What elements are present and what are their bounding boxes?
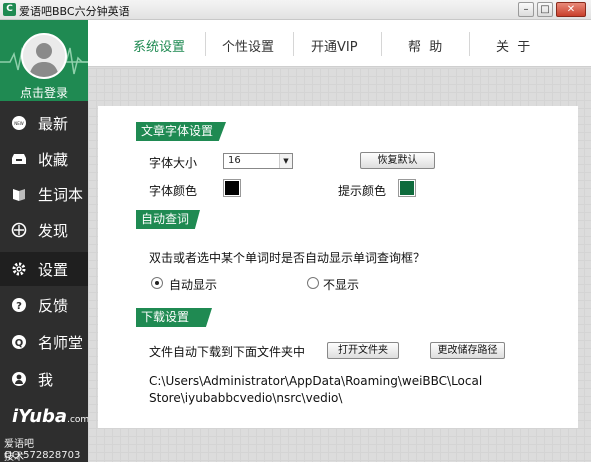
window-title: 爱语吧BBC六分钟英语: [19, 5, 130, 18]
sidebar-item-label: 我: [38, 371, 54, 389]
no-show-radio[interactable]: [307, 277, 319, 289]
settings-panel: 文章字体设置 字体大小 16 ▼ 恢复默认 字体颜色 提示颜色 自动查词 双击或…: [98, 106, 578, 428]
new-badge-icon: NEW: [12, 116, 26, 130]
font-size-select[interactable]: 16 ▼: [223, 153, 293, 169]
user-silhouette-icon: [23, 35, 65, 77]
tab-about[interactable]: 关 于: [496, 36, 530, 55]
person-icon: [12, 372, 26, 386]
sidebar: 点击登录 NEW 最新 收藏 生词本 发现 设置 ? 反馈 Q 名师堂 我 iY…: [0, 20, 89, 462]
sidebar-item-label: 设置: [38, 261, 69, 279]
sidebar-item-vocabulary[interactable]: 生词本: [0, 177, 88, 211]
sidebar-item-discover[interactable]: 发现: [0, 213, 88, 247]
svg-text:NEW: NEW: [14, 121, 24, 126]
change-path-button[interactable]: 更改储存路径: [430, 342, 505, 359]
svg-text:Q: Q: [15, 338, 24, 349]
sidebar-item-label: 最新: [38, 115, 69, 133]
brand-logo-text: iYuba: [12, 406, 68, 427]
sidebar-item-settings[interactable]: 设置: [0, 252, 88, 286]
minimize-button[interactable]: –: [518, 2, 534, 17]
sidebar-item-label: 名师堂: [38, 334, 84, 352]
compass-icon: [11, 222, 27, 238]
font-size-label: 字体大小: [149, 156, 198, 170]
gear-icon: [12, 262, 26, 276]
hint-color-fill: [400, 181, 414, 195]
sidebar-item-label: 发现: [38, 222, 69, 240]
no-show-label[interactable]: 不显示: [323, 276, 359, 293]
auto-lookup-question: 双击或者选中某个单词时是否自动显示单词查询框？: [149, 251, 426, 265]
sidebar-item-label: 反馈: [38, 297, 69, 315]
inbox-icon: [12, 154, 26, 164]
section-header-lookup: 自动查词: [136, 210, 200, 229]
close-button[interactable]: ✕: [556, 2, 586, 17]
section-header-font: 文章字体设置: [136, 122, 226, 141]
tab-divider: [381, 32, 382, 56]
sidebar-item-label: 生词本: [38, 186, 84, 204]
iyuba-logo: iYuba.com: [12, 406, 89, 427]
auto-show-label[interactable]: 自动显示: [169, 276, 217, 293]
tab-divider: [469, 32, 470, 56]
restore-default-button[interactable]: 恢复默认: [360, 152, 435, 169]
font-color-fill: [225, 181, 239, 195]
chevron-down-icon[interactable]: ▼: [279, 154, 292, 168]
sidebar-item-me[interactable]: 我: [0, 362, 88, 396]
brand-logo-suffix: .com: [67, 415, 90, 425]
book-icon: [13, 189, 25, 201]
tab-help[interactable]: 帮 助: [408, 36, 442, 55]
title-bar: C 爱语吧BBC六分钟英语 – □ ✕: [0, 0, 591, 20]
profile-area[interactable]: 点击登录: [0, 20, 88, 101]
svg-text:?: ?: [16, 301, 22, 312]
font-color-label: 字体颜色: [149, 184, 198, 198]
font-color-swatch[interactable]: [223, 179, 241, 197]
q-badge-icon: Q: [12, 335, 26, 349]
hint-color-label: 提示颜色: [338, 184, 387, 198]
download-folder-label: 文件自动下载到下面文件夹中: [149, 345, 306, 359]
hint-color-swatch[interactable]: [398, 179, 416, 197]
download-path-line-1: C:\Users\Administrator\AppData\Roaming\w…: [149, 374, 483, 388]
settings-tab-bar: 系统设置 个性设置 开通VIP 帮 助 关 于: [88, 20, 591, 67]
qq-contact-tech: 技术QQ:2497614542: [4, 452, 24, 462]
open-folder-button[interactable]: 打开文件夹: [327, 342, 399, 359]
font-size-value: 16: [228, 155, 241, 166]
tab-divider: [205, 32, 206, 56]
sidebar-item-feedback[interactable]: ? 反馈: [0, 288, 88, 322]
tab-personal-settings[interactable]: 个性设置: [222, 36, 274, 55]
maximize-button[interactable]: □: [537, 2, 553, 17]
avatar[interactable]: [21, 33, 67, 79]
tab-divider: [293, 32, 294, 56]
sidebar-item-teachers[interactable]: Q 名师堂: [0, 325, 88, 359]
tab-system-settings[interactable]: 系统设置: [133, 36, 185, 55]
sidebar-item-label: 收藏: [38, 151, 69, 169]
sidebar-item-favorites[interactable]: 收藏: [0, 142, 88, 176]
app-icon: C: [3, 3, 16, 16]
sidebar-item-latest[interactable]: NEW 最新: [0, 106, 88, 140]
login-link[interactable]: 点击登录: [0, 84, 88, 101]
section-header-download: 下载设置: [136, 308, 212, 327]
download-path-line-2: Store\iyubabbcvedio\nsrc\vedio\: [149, 391, 343, 405]
question-icon: ?: [12, 298, 26, 312]
auto-show-radio[interactable]: [151, 277, 163, 289]
tab-vip[interactable]: 开通VIP: [311, 36, 358, 55]
